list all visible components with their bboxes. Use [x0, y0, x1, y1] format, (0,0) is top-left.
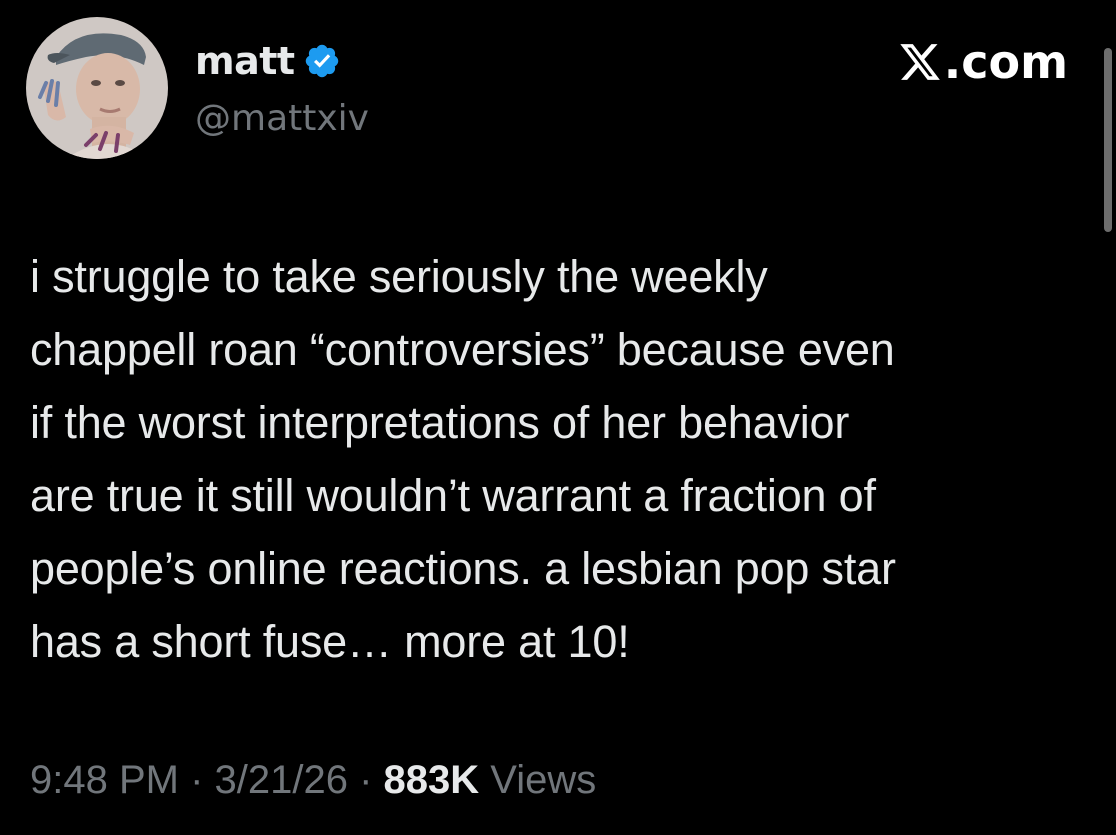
meta-separator: · [178, 758, 215, 802]
author-name-row[interactable]: matt [195, 36, 341, 86]
tweet-line: people’s online reactions. a lesbian pop… [30, 543, 896, 594]
tweet-time[interactable]: 9:48 PM [30, 758, 179, 802]
author-handle[interactable]: @mattxiv [195, 96, 369, 142]
meta-separator: · [347, 758, 384, 802]
x-logo-icon [900, 44, 940, 80]
tweet-line: chappell roan “controversies” because ev… [30, 324, 895, 375]
tweet-body: i struggle to take seriously the weekly … [30, 240, 1102, 678]
tweet-line: i struggle to take seriously the weekly [30, 251, 768, 302]
profile-photo [26, 17, 168, 159]
views-label: Views [490, 758, 597, 802]
scrollbar-thumb[interactable] [1104, 48, 1112, 232]
avatar[interactable] [26, 17, 168, 159]
tweet-line: has a short fuse… more at 10! [30, 616, 630, 667]
views-count: 883K [383, 758, 480, 802]
brand-domain-text: .com [943, 35, 1068, 89]
verified-badge-icon [303, 42, 341, 80]
tweet-date[interactable]: 3/21/26 [215, 758, 348, 802]
tweet-meta: 9:48 PM · 3/21/26 · 883K Views [30, 752, 596, 808]
brand-watermark: .com [898, 34, 1068, 90]
author-display-name[interactable]: matt [195, 36, 295, 86]
tweet-line: are true it still wouldn’t warrant a fra… [30, 470, 876, 521]
tweet-line: if the worst interpretations of her beha… [30, 397, 850, 448]
